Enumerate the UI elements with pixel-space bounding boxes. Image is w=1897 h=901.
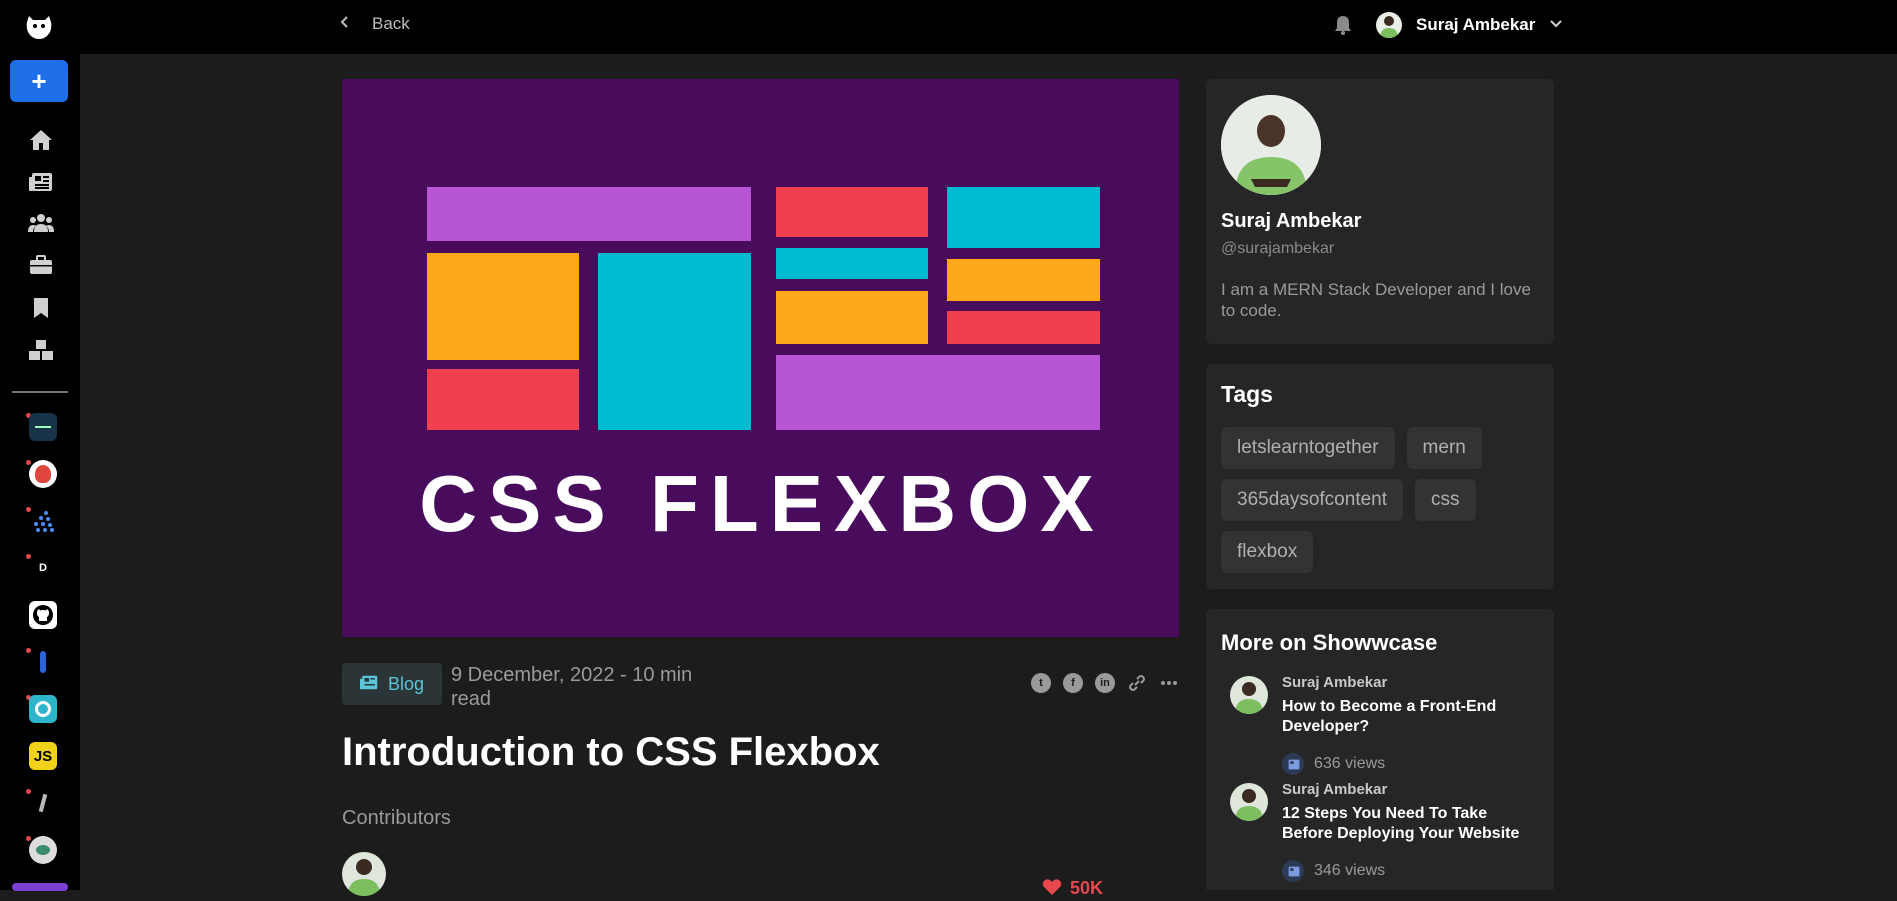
avatar <box>1376 12 1402 38</box>
author-name[interactable]: Suraj Ambekar <box>1221 210 1361 233</box>
top-bar: Back Suraj Ambekar <box>80 0 1897 54</box>
notification-dot <box>26 460 31 465</box>
more-heading: More on Showwcase <box>1221 630 1438 655</box>
share-actions: t f in <box>1031 673 1179 693</box>
workspace-3-icon[interactable] <box>29 507 57 535</box>
workspace-9-icon[interactable] <box>29 789 57 817</box>
post-views: 346 views <box>1282 860 1385 882</box>
newspaper-icon <box>1282 753 1304 775</box>
cover-headline: CSS FLEXBOX <box>419 459 1105 548</box>
home-icon[interactable] <box>28 127 54 153</box>
contributors-label: Contributors <box>342 807 451 829</box>
post-views: 636 views <box>1282 753 1385 775</box>
notification-dot <box>26 836 31 841</box>
chevron-left-icon <box>340 14 350 34</box>
post-title[interactable]: How to Become a Front-End Developer? <box>1282 697 1542 737</box>
twitter-icon[interactable]: t <box>1031 673 1051 693</box>
back-link[interactable]: Back <box>340 14 410 34</box>
avatar <box>1230 783 1268 821</box>
author-card: Suraj Ambekar @surajambekar I am a MERN … <box>1206 79 1554 344</box>
back-label: Back <box>372 14 410 33</box>
link-icon[interactable] <box>1127 673 1147 693</box>
type-badge[interactable]: Blog <box>342 663 443 705</box>
view-count: 346 views <box>1314 862 1386 879</box>
left-rail: + D JS <box>0 0 80 891</box>
post-title[interactable]: 12 Steps You Need To Take Before Deployi… <box>1282 804 1542 844</box>
post-author: Suraj Ambekar <box>1282 781 1388 798</box>
tag-chip[interactable]: mern <box>1406 427 1482 469</box>
article-meta: Blog 9 December, 2022 - 10 min read t f … <box>342 663 1179 713</box>
newspaper-icon <box>1282 860 1304 882</box>
user-name: Suraj Ambekar <box>1416 15 1536 34</box>
tags-heading: Tags <box>1221 381 1273 407</box>
more-on-showwcase-card: More on Showwcase Suraj Ambekar How to B… <box>1206 609 1554 890</box>
avatar <box>1230 676 1268 714</box>
workspace-7-icon[interactable] <box>29 695 57 723</box>
workspace-10-icon[interactable] <box>29 836 57 864</box>
tag-chip[interactable]: 365daysofcontent <box>1221 479 1404 521</box>
create-button[interactable]: + <box>10 60 68 102</box>
linkedin-icon[interactable]: in <box>1095 673 1115 693</box>
rail-divider <box>12 391 68 393</box>
showwcase-logo-icon[interactable] <box>24 13 54 41</box>
tag-list: letslearntogether mern 365daysofcontent … <box>1221 427 1541 573</box>
article-title: Introduction to CSS Flexbox <box>342 730 880 774</box>
list-item[interactable]: Suraj Ambekar How to Become a Front-End … <box>1230 674 1542 775</box>
workspace-1-icon[interactable] <box>29 413 57 441</box>
author-bio: I am a MERN Stack Developer and I love t… <box>1221 280 1531 320</box>
tag-chip[interactable]: flexbox <box>1221 531 1314 573</box>
author-handle: @surajambekar <box>1221 240 1335 257</box>
cover-image: CSS FLEXBOX <box>342 79 1179 637</box>
tag-chip[interactable]: css <box>1415 479 1476 521</box>
tags-card: Tags letslearntogether mern 365daysofcon… <box>1206 364 1554 589</box>
briefcase-icon[interactable] <box>28 252 54 278</box>
workspace-6-icon[interactable] <box>29 648 57 676</box>
publish-date: 9 December, 2022 - 10 min read <box>451 664 693 710</box>
tag-chip[interactable]: letslearntogether <box>1221 427 1395 469</box>
javascript-icon[interactable]: JS <box>29 742 57 770</box>
chevron-down-icon <box>1549 16 1563 34</box>
contributor-avatar[interactable] <box>342 852 386 896</box>
newspaper-icon[interactable] <box>28 169 54 195</box>
boxes-icon[interactable] <box>28 337 54 363</box>
post-author: Suraj Ambekar <box>1282 674 1388 691</box>
user-menu[interactable]: Suraj Ambekar <box>1376 12 1563 38</box>
badge-label: Blog <box>388 673 425 694</box>
list-item[interactable]: Suraj Ambekar 12 Steps You Need To Take … <box>1230 781 1542 882</box>
users-icon[interactable] <box>28 210 54 236</box>
workspace-d-icon[interactable]: D <box>29 554 57 582</box>
facebook-icon[interactable]: f <box>1063 673 1083 693</box>
github-icon[interactable] <box>29 601 57 629</box>
workspace-2-icon[interactable] <box>29 460 57 488</box>
view-count: 636 views <box>1314 755 1386 772</box>
bell-icon[interactable] <box>1332 14 1354 36</box>
newspaper-icon <box>360 674 378 695</box>
more-options-icon[interactable] <box>1159 673 1179 693</box>
bookmark-icon[interactable] <box>28 295 54 321</box>
author-avatar[interactable] <box>1221 95 1321 195</box>
